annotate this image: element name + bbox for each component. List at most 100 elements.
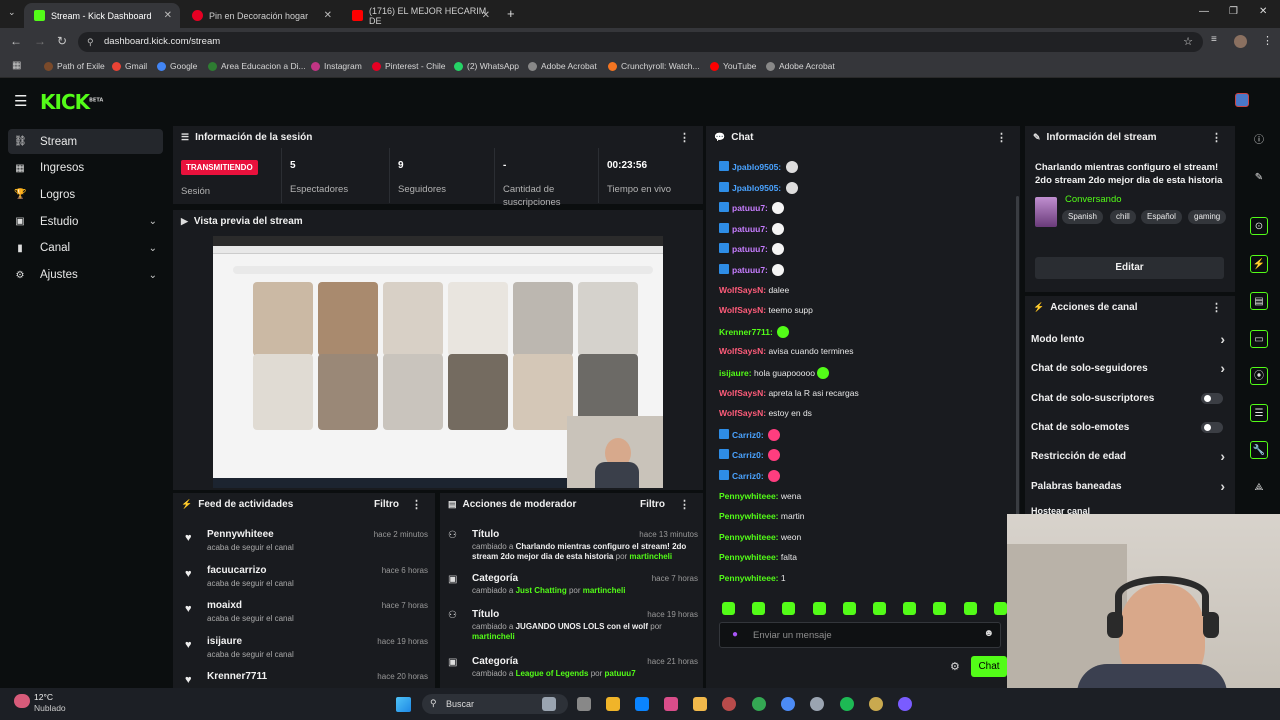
feed-username[interactable]: Krenner7711 (207, 671, 267, 682)
taskbar-app-icon[interactable] (722, 697, 736, 711)
wrench-icon[interactable]: 🔧 (1250, 441, 1268, 459)
emote-picker-icon[interactable] (782, 602, 796, 615)
bookmark-item[interactable]: (2) WhatsApp (454, 61, 519, 71)
emote-picker-icon[interactable] (993, 602, 1007, 615)
taskbar-app-icon[interactable] (752, 697, 766, 711)
channel-action-item[interactable]: Chat de solo-emotes (1031, 421, 1229, 433)
chat-username[interactable]: patuuu7: (732, 203, 768, 213)
chat-more-icon[interactable]: ⋮ (996, 131, 1007, 144)
toggle-switch[interactable] (1201, 421, 1223, 433)
channel-action-item[interactable]: Chat de solo-suscriptores (1031, 392, 1229, 404)
site-info-icon[interactable]: ⚲ (87, 32, 94, 52)
feed-filter-button[interactable]: Filtro (374, 499, 399, 510)
bookmark-item[interactable]: Pinterest - Chile (372, 61, 445, 71)
start-button[interactable] (396, 697, 411, 712)
sidebar-item-canal[interactable]: ▮ Canal ⌄ (8, 236, 163, 261)
target-icon[interactable]: ⊙ (1250, 217, 1268, 235)
channel-action-item[interactable]: Chat de solo-seguidores › (1031, 360, 1229, 376)
sidebar-item-stream[interactable]: ⛓ Stream (8, 129, 163, 154)
taskbar-app-icon[interactable] (810, 697, 824, 711)
bolt-icon[interactable]: ⚡ (1250, 255, 1268, 273)
emote-picker-icon[interactable] (752, 602, 766, 615)
chat-username[interactable]: isijaure: (719, 368, 752, 378)
edit-stream-button[interactable]: Editar (1035, 257, 1224, 279)
taskbar-app-icon[interactable] (693, 697, 707, 711)
bookmark-item[interactable]: Gmail (112, 61, 147, 71)
channel-action-item[interactable]: Hostear canal (1031, 506, 1229, 514)
back-icon[interactable]: ← (10, 34, 22, 48)
feed-more-icon[interactable]: ⋮ (411, 498, 422, 511)
url-field[interactable]: ⚲ dashboard.kick.com/stream ☆ (78, 32, 1203, 52)
emote-picker-icon[interactable] (903, 602, 917, 615)
sidebar-item-logros[interactable]: 🏆 Logros (8, 182, 163, 207)
chat-username[interactable]: Carriz0: (732, 430, 764, 440)
server-icon[interactable]: ☰ (1250, 404, 1268, 422)
chat-input[interactable]: ● Enviar un mensaje ☻ (719, 622, 1001, 648)
bookmark-item[interactable]: Adobe Acrobat (766, 61, 835, 71)
chat-username[interactable]: WolfSaysN: (719, 285, 766, 295)
weather-widget[interactable]: 12°C Nublado (12, 692, 82, 716)
taskbar-app-icon[interactable] (840, 697, 854, 711)
minimize-icon[interactable]: — (1199, 6, 1209, 17)
chat-username[interactable]: Pennywhiteee: (719, 491, 779, 501)
chat-username[interactable]: Jpablo9505: (732, 183, 781, 193)
chat-username[interactable]: Jpablo9505: (732, 162, 781, 172)
pencil-icon[interactable]: ✎ (1250, 169, 1268, 187)
kick-logo[interactable]: KICKBETA (40, 90, 103, 114)
channel-action-item[interactable]: Restricción de edad › (1031, 448, 1229, 464)
bookmark-item[interactable]: Path of Exile (44, 61, 105, 71)
apps-grid-icon[interactable]: ▦ (12, 60, 21, 71)
stream-preview-video[interactable] (213, 236, 663, 488)
chat-username[interactable]: WolfSaysN: (719, 408, 766, 418)
stream-tag[interactable]: Spanish (1062, 210, 1103, 224)
hamburger-menu-icon[interactable]: ☰ (14, 92, 27, 110)
bookmark-item[interactable]: Instagram (311, 61, 362, 71)
chat-bubble-icon[interactable]: ▭ (1250, 330, 1268, 348)
channel-action-item[interactable]: Palabras baneadas › (1031, 478, 1229, 494)
emoji-icon[interactable]: ☻ (983, 628, 994, 639)
taskbar-app-icon[interactable] (664, 697, 678, 711)
chat-username[interactable]: Pennywhiteee: (719, 573, 779, 583)
chat-username[interactable]: WolfSaysN: (719, 305, 766, 315)
browser-menu-icon[interactable]: ⋮ (1262, 34, 1273, 47)
chat-username[interactable]: Carriz0: (732, 471, 764, 481)
reload-icon[interactable]: ↻ (57, 34, 67, 48)
broadcast-icon[interactable]: ⦿ (1250, 367, 1268, 385)
tab-search-icon[interactable]: ⌄ (8, 7, 16, 18)
stream-tag[interactable]: Español (1141, 210, 1182, 224)
mod-by-user[interactable]: patuuu7 (605, 669, 636, 678)
close-tab-icon[interactable]: ✕ (324, 10, 332, 21)
toggle-switch[interactable] (1201, 392, 1223, 404)
forward-icon[interactable]: → (34, 34, 46, 48)
new-tab-icon[interactable]: + (507, 6, 515, 21)
chat-username[interactable]: patuuu7: (732, 224, 768, 234)
chat-username[interactable]: Pennywhiteee: (719, 532, 779, 542)
emote-picker-icon[interactable] (812, 602, 826, 615)
mod-by-user[interactable]: martincheli (583, 586, 626, 595)
bookmark-item[interactable]: YouTube (710, 61, 756, 71)
user-avatar[interactable] (1235, 93, 1249, 107)
feed-username[interactable]: Pennywhiteee (207, 529, 274, 540)
mod-more-icon[interactable]: ⋮ (679, 498, 690, 511)
feed-username[interactable]: moaixd (207, 600, 242, 611)
mod-by-user[interactable]: martincheli (472, 632, 515, 641)
info-icon[interactable]: ⓘ (1250, 132, 1268, 150)
sidebar-item-ingresos[interactable]: ▦ Ingresos (8, 156, 163, 181)
close-tab-icon[interactable]: ✕ (164, 10, 172, 21)
taskbar-app-icon[interactable] (542, 697, 556, 711)
bookmark-star-icon[interactable]: ☆ (1183, 32, 1193, 52)
chat-username[interactable]: Pennywhiteee: (719, 511, 779, 521)
feed-username[interactable]: facuucarrizo (207, 565, 266, 576)
chat-username[interactable]: WolfSaysN: (719, 388, 766, 398)
bookmark-item[interactable]: Crunchyroll: Watch... (608, 61, 700, 71)
taskbar-app-icon[interactable] (898, 697, 912, 711)
bookmark-item[interactable]: Area Educacion a Di... (208, 61, 306, 71)
chat-send-button[interactable]: Chat (971, 656, 1007, 677)
emote-picker-icon[interactable] (963, 602, 977, 615)
taskbar-app-icon[interactable] (781, 697, 795, 711)
stream-tag[interactable]: gaming (1188, 210, 1227, 224)
chat-username[interactable]: WolfSaysN: (719, 346, 766, 356)
emote-picker-icon[interactable] (842, 602, 856, 615)
tab-kick-dashboard[interactable]: Stream - Kick Dashboard ✕ (24, 3, 180, 28)
stream-tag[interactable]: chill (1110, 210, 1136, 224)
